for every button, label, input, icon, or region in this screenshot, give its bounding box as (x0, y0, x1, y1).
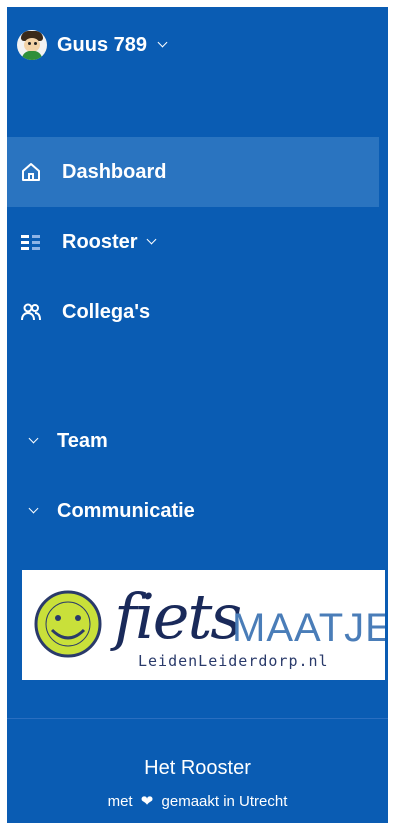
avatar (17, 30, 47, 60)
group-communicatie[interactable]: Communicatie (7, 491, 195, 531)
nav-item-dashboard[interactable]: Dashboard (7, 137, 379, 207)
logo-domain: LeidenLeiderdorp.nl (138, 652, 329, 670)
sidebar: Guus 789 Dashboard Rooster Collega's Tea… (7, 7, 388, 823)
footer-suffix: gemaakt in Utrecht (161, 793, 288, 810)
chevron-down-icon (146, 234, 157, 244)
logo-word-fiets: fiets (114, 580, 242, 653)
logo-word-maatjes: MAATJES (232, 606, 385, 650)
nav-item-collegas[interactable]: Collega's (7, 277, 379, 347)
footer-title: Het Rooster (144, 757, 251, 779)
users-icon (20, 301, 42, 323)
home-icon (20, 161, 42, 183)
group-label: Team (57, 429, 108, 452)
nav-item-rooster[interactable]: Rooster (7, 207, 379, 277)
nav-item-label: Dashboard (62, 160, 167, 183)
footer-prefix: met (107, 793, 133, 810)
nav-item-label: Collega's (62, 300, 151, 323)
footer-divider (7, 718, 388, 719)
chevron-down-icon (157, 37, 168, 47)
group-label: Communicatie (57, 499, 195, 522)
footer-subtitle: met ❤ gemaakt in Utrecht (7, 792, 388, 810)
chevron-down-icon (28, 503, 39, 513)
user-name: Guus 789 (57, 33, 148, 56)
heart-icon: ❤ (140, 793, 154, 810)
nav-item-label: Rooster (62, 230, 138, 253)
user-menu[interactable]: Guus 789 (17, 29, 168, 61)
smiley-logo-icon (34, 590, 102, 658)
group-team[interactable]: Team (7, 421, 108, 461)
list-icon (20, 231, 42, 253)
chevron-down-icon (28, 433, 39, 443)
fietsmaatjes-logo: fiets MAATJES LeidenLeiderdorp.nl (22, 570, 385, 680)
